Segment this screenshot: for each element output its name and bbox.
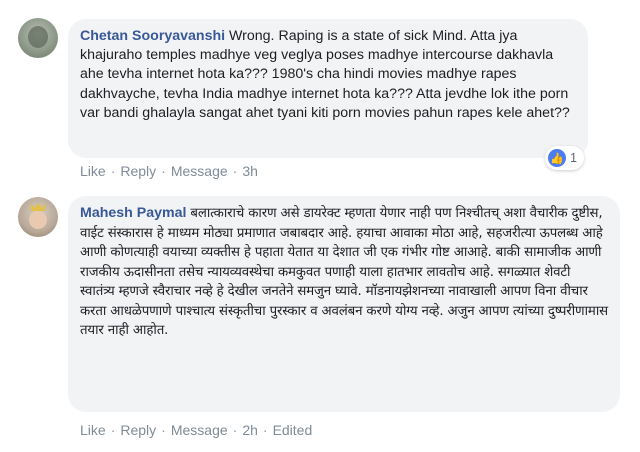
message-button[interactable]: Message	[171, 422, 228, 438]
timestamp[interactable]: 3h	[242, 163, 258, 179]
message-button[interactable]: Message	[171, 163, 228, 179]
separator-dot: ·	[161, 163, 166, 179]
comment-actions: Like · Reply · Message · 3h	[80, 163, 258, 179]
thumbs-up-icon: 👍	[548, 149, 566, 167]
author-name[interactable]: Mahesh Paymal	[80, 205, 186, 221]
comment-bubble: Chetan Sooryavanshi Wrong. Raping is a s…	[68, 19, 588, 158]
like-button[interactable]: Like	[80, 163, 106, 179]
separator-dot: ·	[110, 422, 116, 438]
edited-label[interactable]: Edited	[273, 422, 313, 438]
timestamp[interactable]: 2h	[242, 422, 258, 438]
separator-dot: ·	[161, 422, 166, 438]
reply-button[interactable]: Reply	[120, 422, 156, 438]
reaction-summary[interactable]: 👍 1	[545, 146, 584, 170]
separator-dot: ·	[232, 163, 238, 179]
like-button[interactable]: Like	[80, 422, 106, 438]
separator-dot: ·	[262, 422, 268, 438]
comment-actions: Like · Reply · Message · 2h · Edited	[80, 422, 312, 438]
separator-dot: ·	[232, 422, 238, 438]
avatar[interactable]	[18, 197, 58, 237]
avatar[interactable]	[18, 18, 58, 58]
reply-button[interactable]: Reply	[120, 163, 156, 179]
comment-bubble: Mahesh Paymal बलात्काराचे कारण असे डायरे…	[68, 196, 620, 412]
author-name[interactable]: Chetan Sooryavanshi	[80, 28, 225, 44]
comment-text: बलात्काराचे कारण असे डायरेक्ट म्हणता येण…	[80, 206, 608, 338]
separator-dot: ·	[110, 163, 116, 179]
reaction-count: 1	[570, 151, 577, 165]
